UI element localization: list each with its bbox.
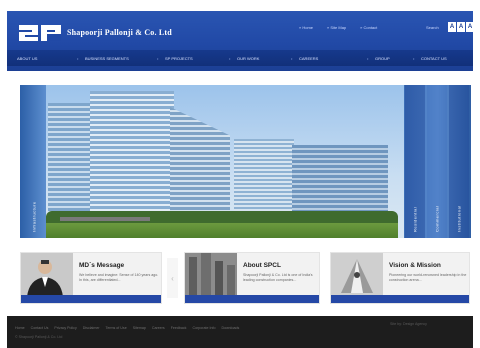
card-description: We believe and imagine: Sense of 140 yea…: [79, 273, 159, 282]
vision-icon: [331, 253, 383, 297]
building-tower-main: [90, 91, 174, 221]
nav-item-business-segments[interactable]: Business Segments: [85, 56, 129, 61]
banner-tab-residential[interactable]: Residential: [405, 85, 425, 238]
footer-link[interactable]: Sitemap: [133, 326, 146, 330]
card-md-message[interactable]: MD`s Message We believe and imagine: Sen…: [20, 252, 162, 304]
company-name: Shapoorji Pallonji & Co. Ltd: [67, 28, 172, 37]
nav-separator: •: [367, 56, 369, 61]
footer-link[interactable]: Home: [15, 326, 25, 330]
card-bar: [331, 295, 469, 303]
font-medium-button[interactable]: A: [457, 22, 465, 32]
card-description: Shapoorji Pallonji & Co. Ltd is one of I…: [243, 273, 313, 282]
footer-link[interactable]: Feedback: [171, 326, 187, 330]
footer-link[interactable]: Careers: [152, 326, 165, 330]
footer-link[interactable]: Privacy Policy: [54, 326, 76, 330]
building-mid: [234, 139, 294, 221]
sp-logo-icon[interactable]: [19, 25, 61, 41]
card-title: MD`s Message: [79, 262, 125, 269]
building-photo-icon: [185, 253, 237, 297]
nav-item-careers[interactable]: Careers: [299, 56, 318, 61]
card-vision-mission[interactable]: Vision & Mission Pioneering our world-re…: [330, 252, 470, 304]
lawn: [46, 223, 398, 238]
banner-tab-infrastructure[interactable]: Infrastructure: [24, 85, 44, 238]
main-nav: About Us Business Segments • SP Projects • Ou…: [7, 50, 473, 66]
building-tower-left: [48, 103, 92, 221]
footer-link[interactable]: Contact Us: [31, 326, 49, 330]
copyright: © Shapoorji Pallonji & Co. Ltd: [15, 335, 63, 339]
nav-item-sp-projects[interactable]: SP Projects: [165, 56, 193, 61]
top-link-contact[interactable]: » Contact: [360, 25, 377, 30]
banner-tab-commercial[interactable]: Commercial: [427, 85, 447, 238]
vision-photo: [331, 253, 383, 297]
card-title: Vision & Mission: [389, 262, 441, 269]
hero-banner: Infrastructure Residential Commercial In…: [20, 85, 471, 238]
nav-separator: •: [77, 56, 79, 61]
building-right: [292, 145, 388, 221]
nav-item-contact-us[interactable]: Contact Us: [421, 56, 447, 61]
top-link-sitemap[interactable]: » Site Map: [327, 25, 346, 30]
chevron-left-icon[interactable]: ‹: [167, 258, 178, 298]
search-label[interactable]: Search: [426, 25, 439, 30]
about-photo: [185, 253, 237, 297]
card-about-spcl[interactable]: About SPCL Shapoorji Pallonji & Co. Ltd …: [184, 252, 320, 304]
nav-item-about-us[interactable]: About Us: [17, 56, 37, 61]
md-photo: [21, 253, 73, 297]
top-link-home[interactable]: » Home: [299, 25, 313, 30]
font-large-button[interactable]: A: [466, 22, 474, 32]
footer-link[interactable]: Disclaimer: [83, 326, 100, 330]
footer-link[interactable]: Downloads: [221, 326, 239, 330]
top-links: » Home » Site Map » Contact: [299, 25, 377, 30]
card-bar: [21, 295, 161, 303]
footer-link[interactable]: Corporate Info: [192, 326, 215, 330]
banner-tab-institutional[interactable]: Institutional: [449, 85, 469, 238]
nav-item-group[interactable]: Group: [375, 56, 390, 61]
nav-item-our-work[interactable]: Our Work: [237, 56, 259, 61]
nav-separator: •: [157, 56, 159, 61]
site-credit[interactable]: Site by: Design Agency: [390, 322, 427, 326]
nav-separator: •: [413, 56, 415, 61]
building-tower-side: [170, 107, 230, 221]
footer-link[interactable]: Terms of Use: [106, 326, 127, 330]
card-description: Pioneering our world-renowned leadership…: [389, 273, 467, 282]
person-icon: [21, 253, 73, 297]
nav-separator: •: [229, 56, 231, 61]
font-small-button[interactable]: A: [448, 22, 456, 32]
site-footer: Home Contact Us Privacy Policy Disclaimer Te…: [7, 316, 473, 348]
nav-separator: •: [291, 56, 293, 61]
cars: [60, 217, 150, 221]
card-bar: [185, 295, 319, 303]
font-size-controls: A A A: [448, 22, 474, 32]
card-title: About SPCL: [243, 262, 281, 269]
